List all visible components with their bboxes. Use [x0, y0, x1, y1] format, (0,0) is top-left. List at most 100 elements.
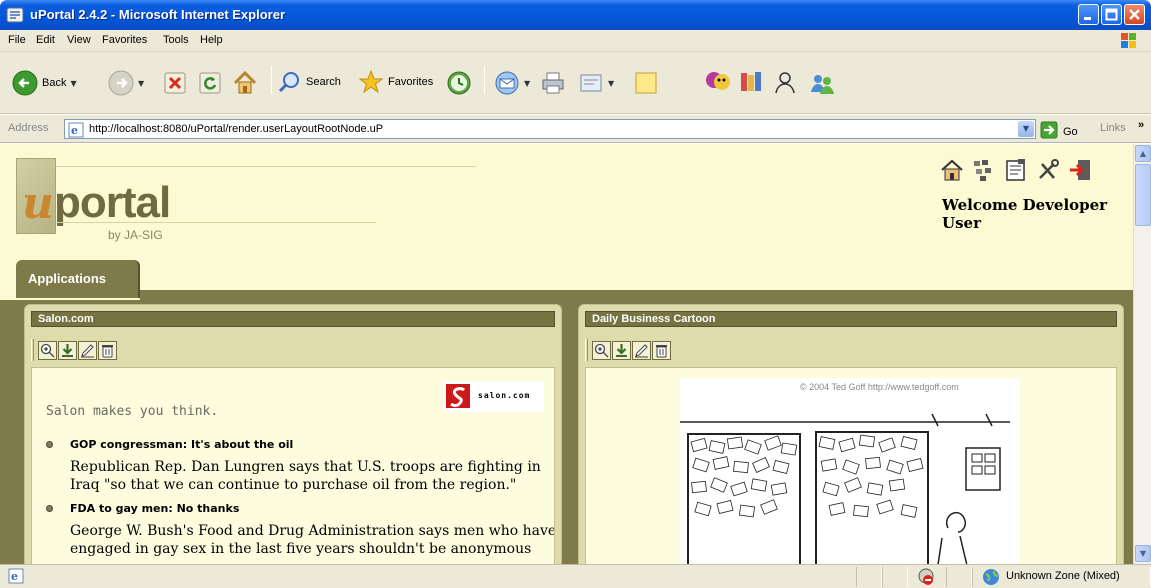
address-bar: Address e http://localhost:8080/uPortal/… [0, 115, 1151, 143]
mail-button[interactable]: ▼ [494, 70, 530, 96]
history-clock-icon [446, 70, 472, 96]
page-content: u portal by JA-SIG Welcome Developer Use… [0, 144, 1133, 564]
cartoon-body: © 2004 Ted Goff http://www.tedgoff.com [585, 367, 1117, 564]
go-button[interactable]: Go [1040, 121, 1078, 142]
favorites-button[interactable]: Favorites [358, 69, 433, 95]
remove-icon[interactable] [652, 340, 671, 360]
menu-favorites[interactable]: Favorites [102, 34, 147, 46]
standard-toolbar: Back ▼ ▼ Search Favorites ▼ ▼ [0, 52, 1151, 114]
mail-icon [494, 70, 520, 96]
bullet-icon [46, 441, 53, 448]
ie-page-icon: e [68, 122, 84, 141]
uportal-logo[interactable]: u portal by JA-SIG [16, 158, 486, 242]
scroll-up-icon[interactable]: ▲ [1135, 145, 1151, 162]
preferences-icon[interactable] [1004, 158, 1028, 182]
channel-title: Daily Business Cartoon [585, 311, 1117, 327]
menu-view[interactable]: View [67, 34, 91, 46]
ie-app-icon[interactable] [6, 6, 24, 24]
channel-toolbar [31, 339, 118, 361]
scroll-thumb[interactable] [1135, 164, 1151, 226]
messenger-faces-icon [704, 68, 732, 96]
person-outline-icon [772, 70, 798, 96]
salon-body: Salon makes you think. salon.com GOP con… [31, 367, 555, 564]
svg-text:e: e [11, 570, 18, 583]
salon-logo[interactable]: salon.com [444, 382, 544, 412]
edit-icon[interactable] [632, 340, 651, 360]
logo-rule [56, 222, 376, 223]
house-icon [232, 70, 258, 96]
messenger-button[interactable] [704, 68, 732, 96]
edit-dropdown-icon[interactable]: ▼ [608, 79, 614, 88]
tools-icon[interactable] [1036, 158, 1060, 182]
go-label: Go [1063, 125, 1078, 138]
people-icon [808, 70, 836, 96]
stop-icon [164, 72, 186, 94]
close-window-button[interactable] [1124, 4, 1145, 25]
history-button[interactable] [446, 70, 472, 96]
stop-button[interactable] [164, 72, 186, 94]
toolbar-separator [484, 66, 485, 94]
refresh-icon [199, 72, 221, 94]
links-label[interactable]: Links [1100, 122, 1126, 134]
back-label: Back [42, 77, 67, 89]
news-headline-link[interactable]: GOP congressman: It's about the oil [70, 438, 293, 451]
channel-title: Salon.com [31, 311, 555, 327]
minimize-icon[interactable] [612, 340, 631, 360]
logo-u: u [22, 178, 54, 229]
menu-tools[interactable]: Tools [163, 34, 189, 46]
edit-page-button[interactable]: ▼ [578, 70, 614, 96]
contact-button[interactable] [772, 70, 798, 96]
search-icon [278, 70, 302, 94]
channel-salon: Salon.com Salon makes you think. salon.c… [24, 304, 562, 564]
windows-logo-icon [1113, 31, 1145, 51]
search-button[interactable]: Search [278, 70, 341, 94]
zoom-icon[interactable] [38, 340, 57, 360]
privacy-report-icon[interactable] [914, 567, 938, 588]
channel-toolbar [585, 339, 672, 361]
mail-dropdown-icon[interactable]: ▼ [524, 79, 530, 88]
tab-strip [140, 290, 1133, 300]
links-chevron-icon[interactable]: » [1138, 119, 1144, 131]
logout-icon[interactable] [1068, 158, 1092, 182]
minimize-window-button[interactable] [1078, 4, 1099, 25]
logo-portal: portal [54, 178, 171, 227]
bullet-icon [46, 505, 53, 512]
edit-page-icon [578, 70, 604, 96]
vertical-scrollbar[interactable]: ▲ ▼ [1133, 144, 1151, 564]
print-button[interactable] [540, 70, 566, 96]
back-dropdown-icon[interactable]: ▼ [70, 79, 76, 88]
forward-button[interactable]: ▼ [108, 70, 144, 96]
menu-file[interactable]: File [8, 34, 26, 46]
people-button[interactable] [808, 70, 836, 96]
maximize-window-button[interactable] [1101, 4, 1122, 25]
menu-edit[interactable]: Edit [36, 34, 55, 46]
address-input[interactable]: e http://localhost:8080/uPortal/render.u… [64, 119, 1036, 139]
edit-icon[interactable] [78, 340, 97, 360]
research-button[interactable] [738, 70, 764, 94]
menu-help[interactable]: Help [200, 34, 223, 46]
home-button[interactable] [232, 70, 258, 96]
scroll-down-icon[interactable]: ▼ [1135, 545, 1151, 562]
status-cell [882, 567, 908, 587]
home-icon[interactable] [940, 158, 964, 182]
note-icon [634, 70, 658, 96]
refresh-button[interactable] [199, 72, 221, 94]
business-cartoon-image[interactable]: © 2004 Ted Goff http://www.tedgoff.com [680, 378, 1020, 564]
window-title: uPortal 2.4.2 - Microsoft Internet Explo… [30, 7, 285, 22]
zoom-icon[interactable] [592, 340, 611, 360]
remove-icon[interactable] [98, 340, 117, 360]
logo-rule [56, 166, 476, 167]
news-summary: George W. Bush's Food and Drug Administr… [70, 523, 555, 557]
tab-applications[interactable]: Applications [16, 260, 140, 298]
back-button[interactable]: Back ▼ [12, 70, 77, 96]
window-titlebar: uPortal 2.4.2 - Microsoft Internet Explo… [0, 0, 1151, 30]
discuss-button[interactable] [634, 70, 658, 96]
address-dropdown-icon[interactable]: ▼ [1018, 121, 1034, 137]
printer-icon [540, 70, 566, 96]
layout-icon[interactable] [972, 158, 996, 182]
forward-dropdown-icon[interactable]: ▼ [138, 79, 144, 88]
news-headline-link[interactable]: FDA to gay men: No thanks [70, 502, 239, 515]
minimize-icon[interactable] [58, 340, 77, 360]
salon-logo-text: salon.com [478, 391, 531, 400]
status-bar: e Unknown Zone (Mixed) [0, 564, 1151, 588]
